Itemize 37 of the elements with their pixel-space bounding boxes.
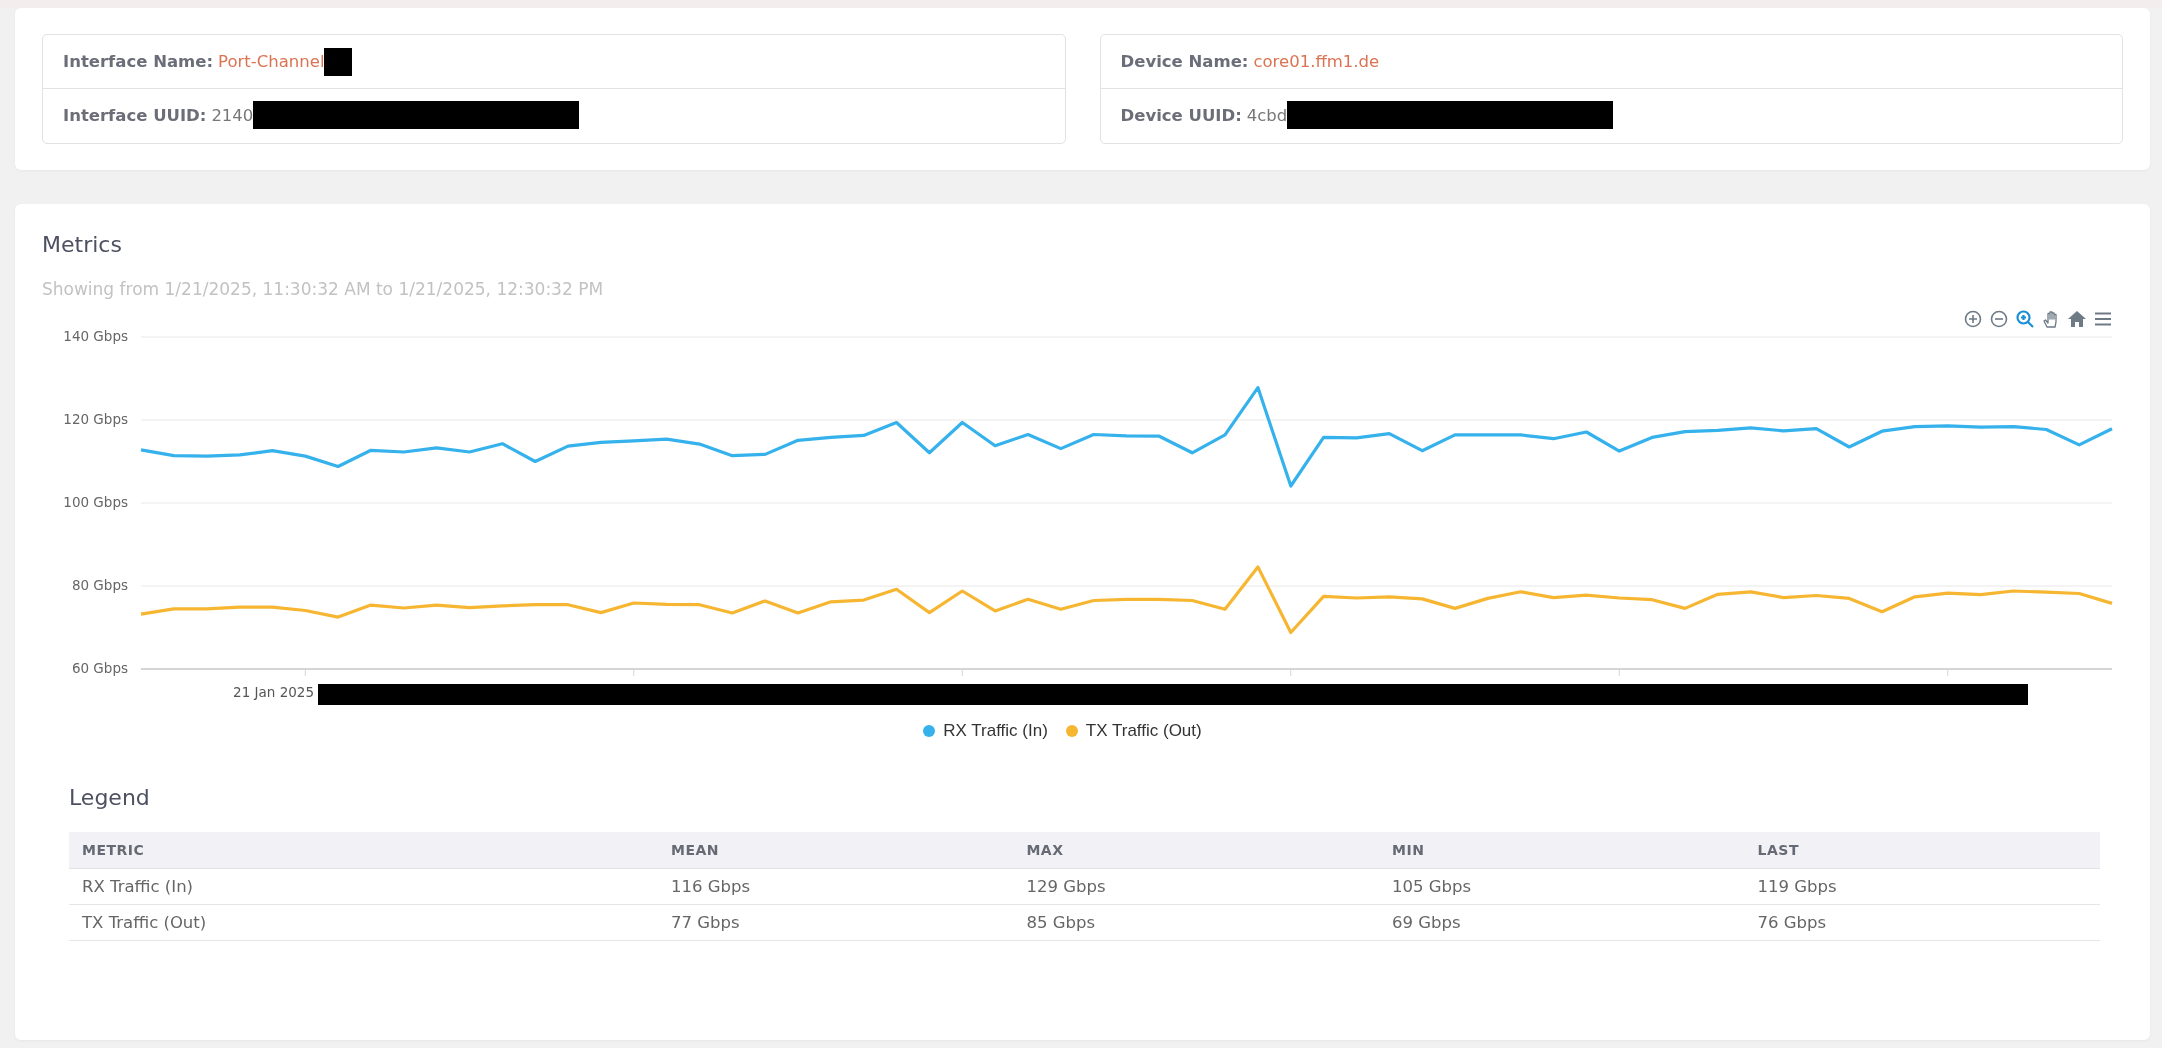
table-cell: TX Traffic (Out) (69, 904, 658, 941)
table-cell: 69 Gbps (1379, 904, 1745, 941)
table-cell: 85 Gbps (1013, 904, 1379, 941)
table-cell: RX Traffic (In) (69, 868, 658, 905)
y-axis-label: 80 Gbps (71, 577, 128, 593)
table-cell: 105 Gbps (1379, 868, 1745, 905)
magnifier-icon[interactable] (2015, 309, 2035, 329)
zoom-in-icon[interactable] (1963, 309, 1983, 329)
column-header: MEAN (658, 832, 1014, 869)
field-value: 4cbd (1246, 105, 1288, 125)
field-label: Device UUID: (1120, 105, 1242, 125)
section-title: Metrics (42, 232, 123, 257)
table-cell: 116 Gbps (658, 868, 1014, 905)
time-range-text: Showing from 1/21/2025, 11:30:32 AM to 1/21/2025, 12:30:32 PM (42, 279, 605, 299)
zoom-out-icon[interactable] (1989, 309, 2009, 329)
x-axis-label: 21 Jan 2025 (233, 684, 314, 700)
table-cell: 129 Gbps (1013, 868, 1379, 905)
y-axis-label: 100 Gbps (63, 494, 128, 510)
legend-label[interactable]: RX Traffic (In) (943, 721, 1048, 741)
table-cell: 77 Gbps (658, 904, 1014, 941)
column-header: METRIC (69, 832, 658, 869)
field-label: Interface UUID: (63, 105, 207, 125)
menu-icon[interactable] (2093, 309, 2113, 329)
column-header: LAST (1744, 832, 2100, 869)
section-title: Legend (69, 785, 151, 810)
legend-label[interactable]: TX Traffic (Out) (1085, 721, 1202, 741)
field-label: Interface Name: (63, 52, 214, 71)
column-header: MIN (1379, 832, 1745, 869)
table-cell: 76 Gbps (1744, 904, 2100, 941)
field-value: 2140 (211, 105, 254, 125)
y-axis-label: 120 Gbps (63, 411, 128, 427)
home-icon[interactable] (2067, 309, 2087, 329)
y-axis-label: 60 Gbps (71, 660, 128, 676)
field-label: Device Name: (1120, 52, 1249, 71)
y-axis-label: 140 Gbps (63, 329, 128, 344)
column-header: MAX (1013, 832, 1379, 869)
table-cell: 119 Gbps (1744, 868, 2100, 905)
